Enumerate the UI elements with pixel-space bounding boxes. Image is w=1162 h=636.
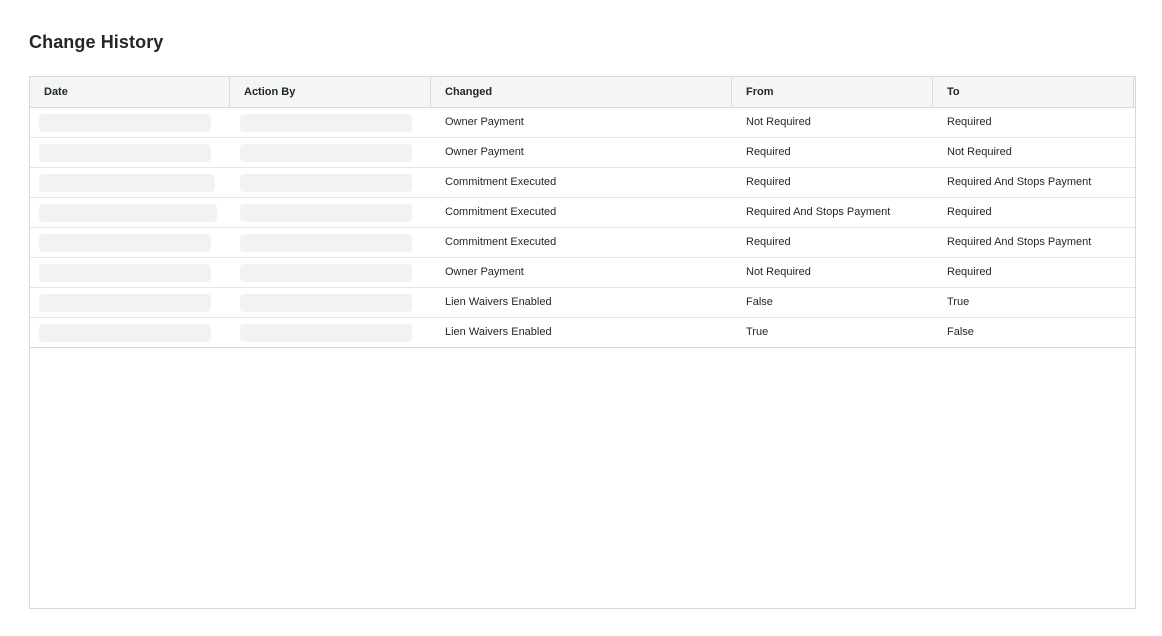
action-by-skeleton-placeholder (240, 173, 412, 192)
date-cell (30, 318, 230, 347)
action-by-skeleton-placeholder (240, 143, 412, 162)
action-by-skeleton-placeholder (240, 233, 412, 252)
from-cell: Required (746, 176, 791, 188)
to-cell: Required And Stops Payment (947, 236, 1092, 248)
to-cell: True (947, 296, 970, 308)
action-by-cell (230, 258, 431, 287)
to-cell: Required And Stops Payment (947, 176, 1092, 188)
date-cell (30, 108, 230, 137)
date-skeleton-placeholder (39, 263, 211, 282)
to-cell: Required (947, 206, 992, 218)
from-cell: Required And Stops Payment (746, 206, 891, 218)
table-body: Owner Payment Not Required Required Owner P… (30, 108, 1135, 348)
column-header-changed[interactable]: Changed (431, 77, 732, 107)
date-cell (30, 288, 230, 317)
date-skeleton-placeholder (39, 323, 211, 342)
action-by-cell (230, 138, 431, 167)
to-cell: Required (947, 116, 992, 128)
table-row[interactable]: Owner Payment Not Required Required (30, 258, 1135, 288)
action-by-skeleton-placeholder (240, 203, 412, 222)
date-skeleton-placeholder (39, 293, 211, 312)
changed-cell: Lien Waivers Enabled (445, 326, 552, 338)
changed-cell: Commitment Executed (445, 206, 557, 218)
table-row[interactable]: Commitment Executed Required Required And … (30, 168, 1135, 198)
action-by-skeleton-placeholder (240, 323, 412, 342)
from-cell: True (746, 326, 769, 338)
changed-cell: Owner Payment (445, 146, 524, 158)
changed-cell: Lien Waivers Enabled (445, 296, 552, 308)
table-row[interactable]: Lien Waivers Enabled False True (30, 288, 1135, 318)
action-by-skeleton-placeholder (240, 263, 412, 282)
action-by-skeleton-placeholder (240, 113, 412, 132)
date-skeleton-placeholder (39, 143, 211, 162)
changed-cell: Commitment Executed (445, 176, 557, 188)
from-cell: False (746, 296, 773, 308)
column-header-action-by[interactable]: Action By (230, 77, 431, 107)
page-title: Change History (29, 32, 164, 52)
date-skeleton-placeholder (39, 113, 211, 132)
to-cell: Not Required (947, 146, 1012, 158)
action-by-cell (230, 108, 431, 137)
date-cell (30, 138, 230, 167)
column-header-from[interactable]: From (732, 77, 933, 107)
changed-cell: Commitment Executed (445, 236, 557, 248)
action-by-cell (230, 228, 431, 257)
action-by-cell (230, 168, 431, 197)
to-cell: Required (947, 266, 992, 278)
date-cell (30, 198, 230, 227)
to-cell: False (947, 326, 974, 338)
table-row[interactable]: Commitment Executed Required Required And … (30, 228, 1135, 258)
date-skeleton-placeholder (39, 233, 211, 252)
date-skeleton-placeholder (39, 203, 217, 222)
changed-cell: Owner Payment (445, 116, 524, 128)
from-cell: Not Required (746, 116, 811, 128)
action-by-skeleton-placeholder (240, 293, 412, 312)
date-cell (30, 258, 230, 287)
action-by-cell (230, 288, 431, 317)
date-cell (30, 168, 230, 197)
table-header-row: Date Action By Changed From To (30, 77, 1135, 108)
column-header-date[interactable]: Date (30, 77, 230, 107)
table-row[interactable]: Commitment Executed Required And Stops Pa… (30, 198, 1135, 228)
change-history-table: Date Action By Changed From To Owner Pay… (29, 76, 1136, 609)
column-header-to[interactable]: To (933, 77, 1134, 107)
table-row[interactable]: Lien Waivers Enabled True False (30, 318, 1135, 348)
date-cell (30, 228, 230, 257)
action-by-cell (230, 198, 431, 227)
from-cell: Required (746, 236, 791, 248)
action-by-cell (230, 318, 431, 347)
changed-cell: Owner Payment (445, 266, 524, 278)
date-skeleton-placeholder (39, 173, 215, 192)
from-cell: Not Required (746, 266, 811, 278)
table-row[interactable]: Owner Payment Not Required Required (30, 108, 1135, 138)
from-cell: Required (746, 146, 791, 158)
table-row[interactable]: Owner Payment Required Not Required (30, 138, 1135, 168)
